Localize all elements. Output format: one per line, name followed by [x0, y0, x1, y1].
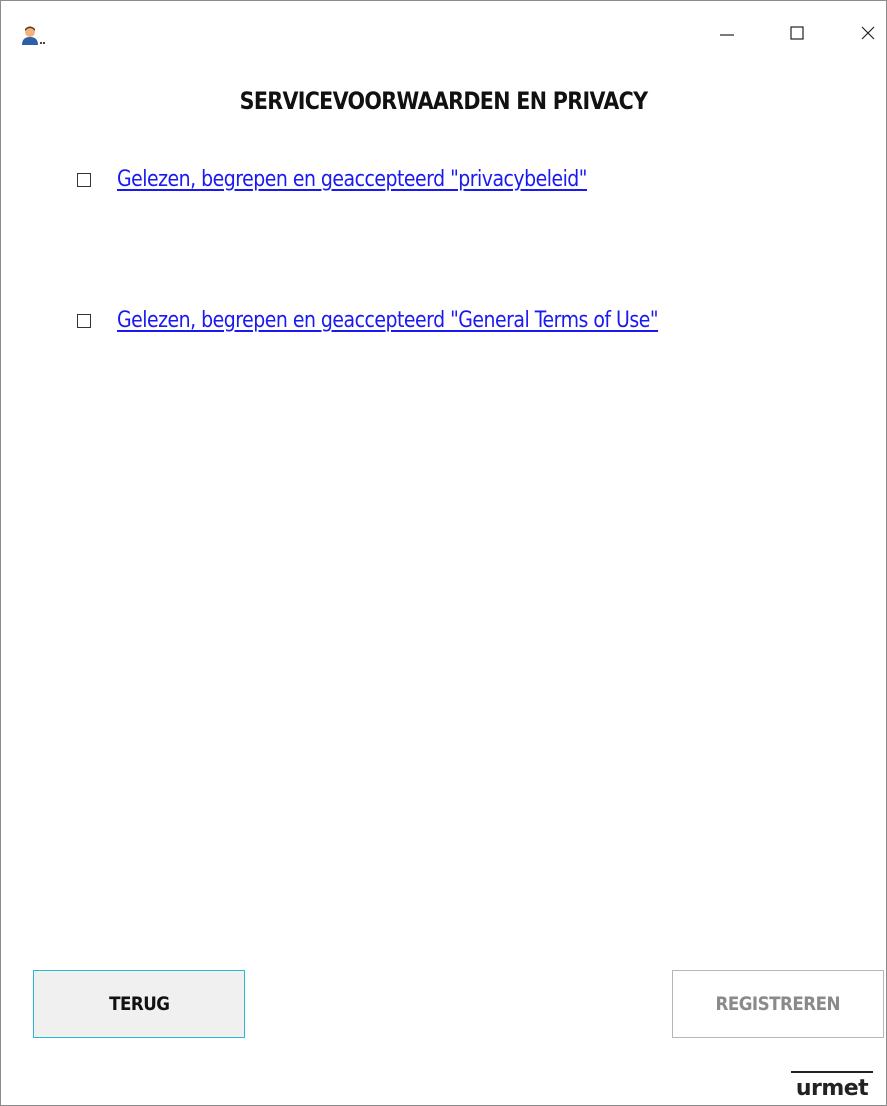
back-button[interactable]: TERUG — [33, 970, 245, 1038]
maximize-icon — [789, 25, 805, 46]
terms-checkbox[interactable] — [77, 313, 91, 328]
back-button-label: TERUG — [108, 993, 170, 1015]
title-bar — [1, 1, 886, 67]
close-button[interactable] — [844, 15, 887, 55]
svg-text:urmet: urmet — [796, 1076, 869, 1099]
terms-agreement-row: Gelezen, begrepen en geaccepteerd "Gener… — [77, 308, 746, 333]
privacy-agreement-row: Gelezen, begrepen en geaccepteerd "priva… — [77, 167, 664, 192]
privacy-checkbox[interactable] — [77, 172, 91, 187]
terms-of-use-link[interactable]: Gelezen, begrepen en geaccepteerd "Gener… — [117, 308, 659, 333]
user-icon — [21, 25, 47, 49]
privacy-policy-link[interactable]: Gelezen, begrepen en geaccepteerd "priva… — [117, 167, 588, 192]
page-title: SERVICEVOORWAARDEN EN PRIVACY — [239, 87, 648, 115]
minimize-button[interactable] — [703, 15, 751, 55]
maximize-button[interactable] — [773, 15, 821, 55]
app-window: SERVICEVOORWAARDEN EN PRIVACY Gelezen, b… — [0, 0, 887, 1106]
minimize-icon — [719, 25, 735, 46]
register-button-label: REGISTREREN — [715, 993, 841, 1015]
urmet-logo: urmet — [787, 1069, 877, 1101]
close-icon — [860, 25, 876, 46]
register-button[interactable]: REGISTREREN — [672, 970, 884, 1038]
